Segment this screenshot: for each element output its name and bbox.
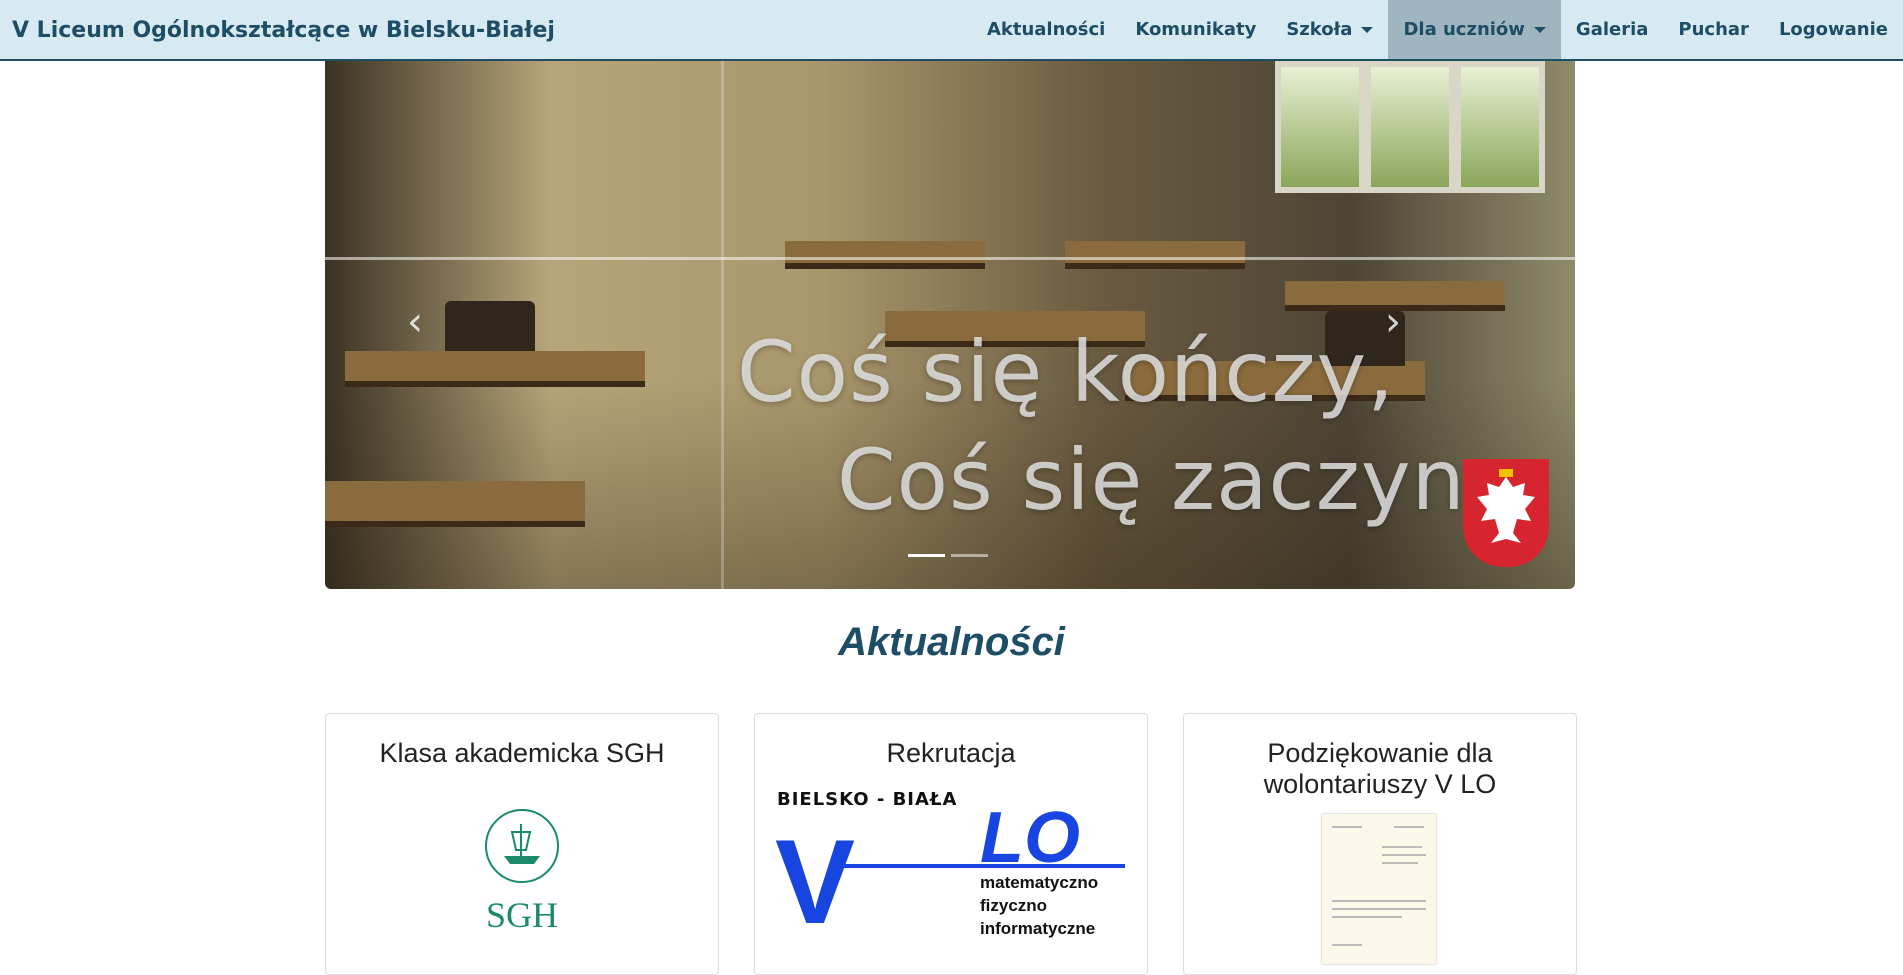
nav-label: Puchar [1678, 19, 1749, 40]
window-decoration [1455, 61, 1545, 193]
caret-down-icon [1533, 26, 1546, 33]
vlo-logo-sub1: matematyczno [980, 873, 1099, 892]
news-card-rekrutacja[interactable]: Rekrutacja BIELSKO - BIAŁA V LO matematy… [754, 713, 1148, 975]
nav-item-komunikaty[interactable]: Komunikaty [1120, 0, 1271, 59]
card-title: Klasa akademicka SGH [379, 738, 665, 768]
letter-line [1332, 908, 1426, 910]
nav-item-logowanie[interactable]: Logowanie [1764, 0, 1903, 59]
nav-label: Aktualności [986, 19, 1106, 40]
vlo-logo-v: V [775, 815, 856, 949]
carousel-indicator-2[interactable] [951, 554, 988, 557]
vlo-logo-city: BIELSKO - BIAŁA [777, 789, 958, 810]
chevron-right-icon: › [1385, 299, 1401, 345]
desk-decoration [1065, 241, 1245, 269]
desk-decoration [345, 351, 645, 387]
carousel-next-button[interactable]: › [1373, 297, 1413, 347]
caret-down-icon [1361, 26, 1374, 33]
letter-thumbnail [1322, 814, 1436, 964]
card-title: Rekrutacja [886, 738, 1016, 768]
nav-label: Komunikaty [1135, 19, 1257, 40]
news-card-podziekowanie[interactable]: Podziękowanie dla wolontariuszy V LO [1183, 713, 1577, 975]
nav-item-szkola[interactable]: Szkoła [1271, 0, 1388, 59]
nav-item-puchar[interactable]: Puchar [1663, 0, 1764, 59]
letter-line [1394, 826, 1424, 828]
slide-caption-line2: Coś się zaczyna. [837, 431, 1546, 529]
slide-divider [721, 61, 724, 589]
letter-line [1332, 900, 1426, 902]
nav-label: Dla uczniów [1403, 19, 1525, 40]
vlo-logo: BIELSKO - BIAŁA V LO matematyczno fizycz… [775, 789, 1125, 949]
desk-decoration [325, 481, 585, 527]
vlo-logo-line [835, 864, 1125, 868]
sgh-logo: SGH [474, 806, 570, 935]
nav-item-aktualnosci[interactable]: Aktualności [972, 0, 1120, 59]
site-brand[interactable]: V Liceum Ogólnokształcące w Bielsku-Biał… [12, 18, 555, 43]
window-decoration [1365, 61, 1455, 193]
letter-line [1382, 854, 1426, 856]
slide-divider [325, 257, 1575, 260]
nav-item-dla-uczniow[interactable]: Dla uczniów [1388, 0, 1561, 59]
carousel-indicator-1[interactable] [908, 554, 945, 557]
main-nav: Aktualności Komunikaty Szkoła Dla ucznió… [972, 0, 1903, 59]
desk-decoration [785, 241, 985, 269]
news-section-title: Aktualności [838, 620, 1065, 664]
top-navbar: V Liceum Ogólnokształcące w Bielsku-Biał… [0, 0, 1903, 61]
carousel-prev-button[interactable]: ‹ [395, 297, 435, 347]
window-decoration [1275, 61, 1365, 193]
carousel-indicators [908, 554, 988, 557]
news-card-sgh[interactable]: Klasa akademicka SGH SGH [325, 713, 719, 975]
nav-label: Szkoła [1286, 19, 1353, 40]
nav-label: Logowanie [1778, 19, 1888, 40]
slide-caption-line1: Coś się kończy, [737, 323, 1395, 421]
letter-line [1332, 826, 1362, 828]
polish-eagle-emblem [1463, 459, 1549, 567]
nav-item-galeria[interactable]: Galeria [1561, 0, 1664, 59]
eagle-icon [1477, 469, 1535, 543]
hero-carousel: Coś się kończy, Coś się zaczyna. ‹ › [325, 61, 1575, 589]
vlo-logo-sub2: fizyczno [980, 896, 1048, 915]
chevron-left-icon: ‹ [407, 299, 423, 345]
letter-line [1332, 916, 1402, 918]
letter-line [1382, 846, 1422, 848]
letter-line [1332, 944, 1362, 946]
card-title: Podziękowanie dla wolontariuszy V LO [1263, 738, 1497, 799]
nav-label: Galeria [1575, 19, 1649, 40]
letter-line [1382, 862, 1418, 864]
sgh-logo-text: SGH [485, 895, 559, 935]
vlo-logo-sub3: informatyczne [980, 919, 1096, 938]
